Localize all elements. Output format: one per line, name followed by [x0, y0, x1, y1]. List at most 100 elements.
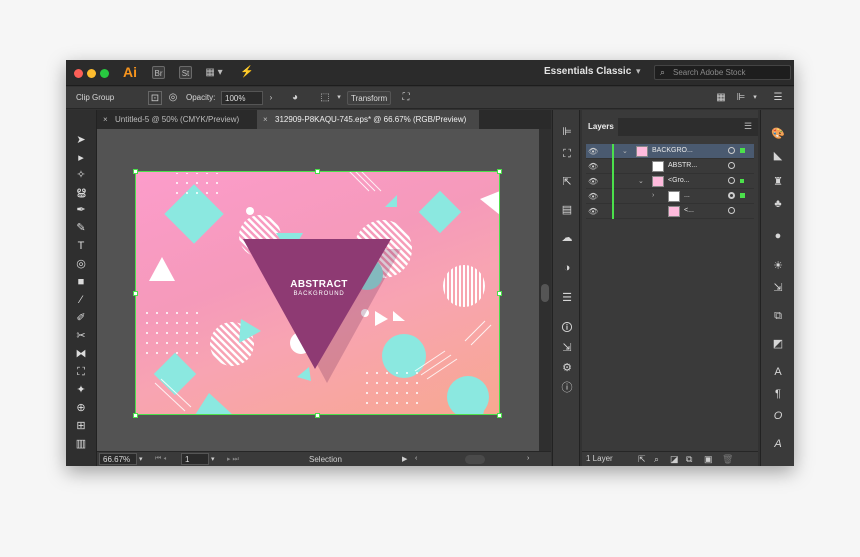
- zoom-window-button[interactable]: [100, 69, 109, 78]
- layer-row[interactable]: 👁 ABSTR...: [586, 159, 754, 174]
- artboards-panel-icon[interactable]: ▤: [559, 202, 575, 218]
- panel-menu-icon[interactable]: ☰: [744, 121, 752, 132]
- color-panel-icon[interactable]: 🎨: [770, 126, 786, 142]
- reflect-tool-icon[interactable]: ⧓: [72, 346, 90, 362]
- resize-handle[interactable]: [497, 413, 502, 418]
- type-tool-icon[interactable]: T: [72, 238, 90, 254]
- stock-icon[interactable]: St: [179, 66, 192, 79]
- export-icon[interactable]: ⇱: [638, 454, 646, 465]
- document-info-panel-icon[interactable]: 🛈: [559, 320, 575, 336]
- layer-name[interactable]: ...: [684, 192, 690, 199]
- close-tab-icon[interactable]: ×: [263, 115, 268, 124]
- new-sublayer-icon[interactable]: ⧉: [686, 454, 692, 465]
- chevron-down-icon[interactable]: ▾: [139, 455, 143, 463]
- tab-untitled-5[interactable]: × Untitled-5 @ 50% (CMYK/Preview): [97, 110, 257, 129]
- puppet-warp-tool-icon[interactable]: ✦: [72, 382, 90, 398]
- resize-handle[interactable]: [497, 169, 502, 174]
- selection-indicator[interactable]: [740, 148, 745, 153]
- rectangle-tool-icon[interactable]: ■: [72, 274, 90, 290]
- tab-layers[interactable]: Layers: [582, 118, 618, 136]
- scroll-thumb[interactable]: [541, 284, 549, 302]
- image-trace-icon[interactable]: ⇲: [770, 280, 786, 296]
- target-icon[interactable]: [728, 177, 735, 184]
- paintbrush-tool-icon[interactable]: ⁄: [72, 292, 90, 308]
- isolate-object-icon[interactable]: ⛶: [399, 91, 413, 105]
- layer-row[interactable]: 👁 ⌄ <Gro...: [586, 174, 754, 189]
- shape-builder-tool-icon[interactable]: ⊕: [72, 400, 90, 416]
- brushes-panel-icon[interactable]: ♜: [770, 174, 786, 190]
- align-panel-icon[interactable]: ⊫: [559, 124, 575, 140]
- transform-panel-icon[interactable]: ⛶: [559, 146, 575, 162]
- arrange-icon[interactable]: ▦: [714, 91, 728, 105]
- layer-name[interactable]: BACKGRO...: [652, 147, 693, 154]
- resize-handle[interactable]: [133, 413, 138, 418]
- lasso-tool-icon[interactable]: ൠ: [72, 184, 90, 200]
- close-tab-icon[interactable]: ×: [103, 115, 108, 124]
- chevron-left-icon[interactable]: ‹: [415, 455, 417, 462]
- bridge-icon[interactable]: Br: [152, 66, 165, 79]
- selection-tool-icon[interactable]: ➤: [72, 132, 90, 148]
- zoom-level-field[interactable]: 66.67%: [99, 453, 137, 465]
- artboard[interactable]: ABSTRACT BACKGROUND: [135, 171, 500, 415]
- visibility-eye-icon[interactable]: 👁: [588, 147, 598, 156]
- resize-handle[interactable]: [315, 169, 320, 174]
- free-transform-tool-icon[interactable]: ⛶: [72, 364, 90, 380]
- target-icon[interactable]: [728, 162, 735, 169]
- layer-row[interactable]: 👁 › ...: [586, 189, 754, 204]
- visibility-eye-icon[interactable]: 👁: [588, 207, 598, 216]
- direct-selection-tool-icon[interactable]: ▸: [72, 150, 90, 166]
- layer-name[interactable]: ABSTR...: [668, 162, 697, 169]
- workspace-switcher[interactable]: Essentials Classic: [544, 66, 631, 77]
- panel-menu-icon[interactable]: ☰: [771, 91, 785, 105]
- canvas-area[interactable]: ABSTRACT BACKGROUND: [97, 129, 551, 451]
- spiral-tool-icon[interactable]: ◎: [72, 256, 90, 272]
- new-layer-icon[interactable]: ▣: [704, 454, 713, 465]
- layer-name[interactable]: <...: [684, 207, 694, 214]
- resize-handle[interactable]: [133, 291, 138, 296]
- minimize-window-button[interactable]: [87, 69, 96, 78]
- chevron-down-icon[interactable]: ▾: [332, 91, 346, 105]
- mesh-tool-icon[interactable]: ⊞: [72, 418, 90, 434]
- next-artboard-icon[interactable]: ▸ ⏭: [227, 455, 239, 464]
- play-icon[interactable]: ▶: [402, 455, 407, 463]
- properties-panel-icon[interactable]: ☰: [559, 290, 575, 306]
- edit-clipping-path-icon[interactable]: ⊡: [148, 91, 162, 105]
- color-guide-icon[interactable]: ◣: [770, 148, 786, 164]
- libraries-panel-icon[interactable]: ☁: [559, 230, 575, 246]
- opentype-panel-icon[interactable]: O: [770, 408, 786, 424]
- chevron-down-icon[interactable]: ▾: [211, 455, 215, 463]
- vertical-scrollbar[interactable]: [539, 129, 551, 451]
- appearance-panel-icon[interactable]: ☀: [770, 258, 786, 274]
- glyphs-panel-icon[interactable]: A: [770, 436, 786, 452]
- blob-brush-tool-icon[interactable]: ✐: [72, 310, 90, 326]
- clipping-mask-icon[interactable]: ◪: [670, 454, 679, 465]
- layer-name[interactable]: <Gro...: [668, 177, 690, 184]
- scissors-tool-icon[interactable]: ✂: [72, 328, 90, 344]
- layer-row[interactable]: 👁 <...: [586, 204, 754, 219]
- graphic-styles-icon[interactable]: ●: [770, 228, 786, 244]
- transform-button[interactable]: Transform: [347, 91, 392, 105]
- align-icon[interactable]: ⬚: [318, 91, 332, 105]
- color-guide-panel-icon[interactable]: ◑: [559, 260, 575, 276]
- artboard-number-field[interactable]: 1: [181, 453, 209, 465]
- opacity-field[interactable]: 100%: [221, 91, 263, 105]
- selection-indicator[interactable]: [740, 193, 745, 198]
- character-panel-icon[interactable]: A: [770, 364, 786, 380]
- info-icon[interactable]: ⓘ: [559, 380, 575, 396]
- paragraph-panel-icon[interactable]: ¶: [770, 386, 786, 402]
- target-icon[interactable]: [728, 192, 735, 199]
- search-stock-field[interactable]: ⌕ Search Adobe Stock: [654, 65, 791, 80]
- chart-tool-icon[interactable]: ▥: [72, 436, 90, 452]
- chevron-right-icon[interactable]: ›: [652, 192, 654, 199]
- target-icon[interactable]: [728, 147, 735, 154]
- visibility-eye-icon[interactable]: 👁: [588, 192, 598, 201]
- export-panel-icon[interactable]: ⇱: [559, 174, 575, 190]
- target-icon[interactable]: [728, 207, 735, 214]
- chevron-right-icon[interactable]: ›: [264, 91, 278, 105]
- gpu-performance-icon[interactable]: ⚡: [238, 66, 256, 79]
- arrange-documents-icon[interactable]: ▦ ▾: [202, 66, 226, 79]
- layer-row[interactable]: 👁 ⌄ BACKGRO...: [586, 144, 754, 159]
- curvature-tool-icon[interactable]: ✎: [72, 220, 90, 236]
- links-panel-icon[interactable]: ⇲: [559, 340, 575, 356]
- recolor-artwork-icon[interactable]: ◕: [288, 91, 302, 105]
